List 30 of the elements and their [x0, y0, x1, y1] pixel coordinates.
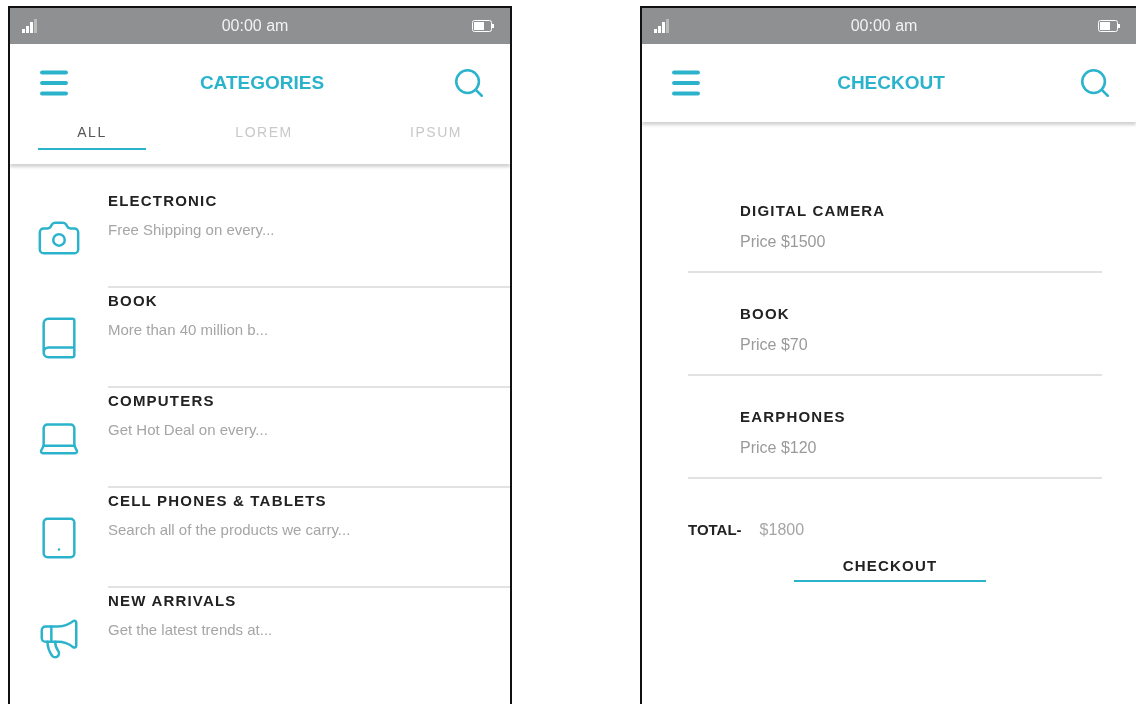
product-name: DIGITAL CAMERA: [740, 202, 887, 219]
product-price: Price $120: [740, 439, 818, 457]
category-title: NEW ARRIVALS: [108, 592, 238, 609]
category-tab[interactable]: ALL: [38, 122, 146, 150]
battery-icon: [1098, 20, 1120, 32]
product-price: Price $70: [740, 336, 809, 354]
category-subtitle: Get Hot Deal on every...: [108, 421, 269, 438]
category-subtitle: Get the latest trends at...: [108, 621, 274, 638]
status-time: 00:00 am: [221, 17, 289, 35]
category-subtitle: More than 40 million b...: [108, 321, 270, 338]
status-time: 00:00 am: [850, 17, 918, 35]
signal-icon: [22, 19, 38, 33]
signal-icon: [654, 19, 670, 33]
search-button[interactable]: [452, 66, 486, 100]
category-subtitle: Search all of the products we carry...: [108, 521, 352, 538]
product-name: BOOK: [740, 305, 791, 322]
screen-title: CATEGORIES: [199, 72, 325, 94]
category-title: BOOK: [108, 292, 159, 309]
category-title: COMPUTERS: [108, 392, 216, 409]
category-title: CELL PHONES & TABLETS: [108, 492, 328, 509]
checkout-button[interactable]: CHECKOUT: [794, 557, 986, 582]
battery-icon: [472, 20, 494, 32]
total-label: TOTAL-: [688, 521, 742, 538]
total-amount: $1800: [759, 521, 805, 539]
product-price: Price $1500: [740, 233, 827, 251]
category-title: ELECTRONIC: [108, 192, 219, 209]
screen-title: CHECKOUT: [837, 72, 945, 94]
product-name: EARPHONES: [740, 408, 847, 425]
category-subtitle: Free Shipping on every...: [108, 221, 276, 238]
search-button[interactable]: [1078, 66, 1112, 100]
